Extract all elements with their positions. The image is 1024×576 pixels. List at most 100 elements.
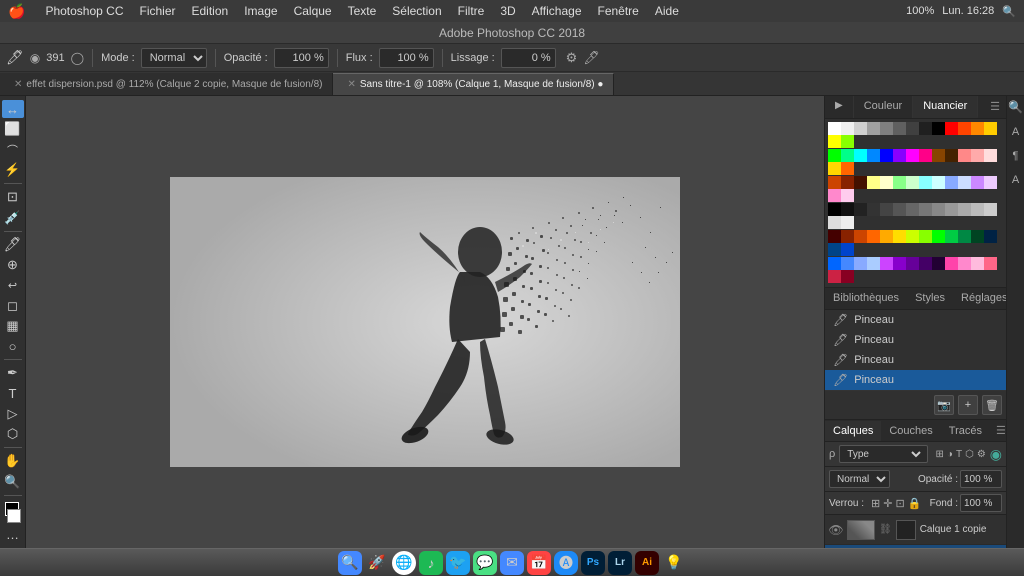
swatch-0-3[interactable] [867, 122, 880, 135]
swatch-2-8[interactable] [932, 176, 945, 189]
filter-smart-icon[interactable]: ⚙ [977, 449, 986, 460]
menu-photoshop[interactable]: Photoshop CC [37, 4, 131, 18]
tab-styles[interactable]: Styles [907, 288, 953, 309]
layer-0-visibility[interactable]: 👁 [829, 523, 843, 537]
swatch-1-9[interactable] [945, 149, 958, 162]
dock-appstore[interactable]: 🅐 [554, 551, 578, 575]
swatch-4-10[interactable] [958, 230, 971, 243]
filter-adjustment-icon[interactable]: ◑ [947, 449, 953, 460]
swatch-5-4[interactable] [880, 257, 893, 270]
swatch-1-1[interactable] [841, 149, 854, 162]
tool-marquee[interactable]: ⬜ [2, 120, 24, 138]
history-item-0[interactable]: 🖊 Pinceau [825, 310, 1006, 330]
swatch-0-0[interactable] [828, 122, 841, 135]
tool-move[interactable]: ↔ [2, 100, 24, 118]
swatch-3-12[interactable] [984, 203, 997, 216]
settings-icon[interactable]: ⚙ [566, 50, 578, 66]
dock-twitter[interactable]: 🐦 [446, 551, 470, 575]
swatch-1-12[interactable] [984, 149, 997, 162]
swatch-0-9[interactable] [945, 122, 958, 135]
fond-input[interactable] [960, 494, 1002, 512]
tool-zoom[interactable]: 🔍 [2, 473, 24, 491]
swatch-1-10[interactable] [958, 149, 971, 162]
swatch-3-11[interactable] [971, 203, 984, 216]
search-icon[interactable]: 🔍 [1002, 5, 1016, 18]
swatch-0-10[interactable] [958, 122, 971, 135]
tab-close-1[interactable]: ✕ [347, 79, 355, 90]
panel-icon-A[interactable]: A [1012, 126, 1019, 138]
swatch-3-2[interactable] [854, 203, 867, 216]
layer-0-chain[interactable]: ⛓ [879, 524, 892, 535]
swatch-5-8[interactable] [932, 257, 945, 270]
layer-opacity-input[interactable] [960, 470, 1002, 488]
swatch-3-7[interactable] [919, 203, 932, 216]
swatch-4-8[interactable] [932, 230, 945, 243]
filter-pixel-icon[interactable]: ⊞ [936, 449, 944, 460]
flux-input[interactable] [379, 48, 434, 68]
menu-texte[interactable]: Texte [340, 4, 385, 18]
menu-edition[interactable]: Edition [184, 4, 237, 18]
swatch-1-6[interactable] [906, 149, 919, 162]
swatch-3-14[interactable] [841, 216, 854, 229]
swatch-5-0[interactable] [828, 257, 841, 270]
tool-pen[interactable]: ✒ [2, 364, 24, 382]
apple-menu[interactable]: 🍎 [8, 3, 25, 20]
swatch-5-12[interactable] [984, 257, 997, 270]
filter-shape-icon[interactable]: ⬡ [965, 449, 974, 460]
swatch-2-2[interactable] [854, 176, 867, 189]
swatch-0-2[interactable] [854, 122, 867, 135]
swatch-2-5[interactable] [893, 176, 906, 189]
swatch-2-14[interactable] [841, 189, 854, 202]
lock-artboard-icon[interactable]: ⊡ [895, 497, 904, 510]
tool-clone[interactable]: ⊕ [2, 256, 24, 274]
swatch-0-12[interactable] [984, 122, 997, 135]
tool-magic-wand[interactable]: ⚡ [2, 161, 24, 179]
dock-calendar[interactable]: 📅 [527, 551, 551, 575]
dock-photoshop[interactable]: Ps [581, 551, 605, 575]
swatch-3-8[interactable] [932, 203, 945, 216]
swatch-2-10[interactable] [958, 176, 971, 189]
panel-icon-type[interactable]: A [1012, 174, 1019, 186]
swatch-4-5[interactable] [893, 230, 906, 243]
couches-tab[interactable]: Couches [881, 421, 940, 441]
swatch-3-3[interactable] [867, 203, 880, 216]
filter-switch[interactable]: ◉ [990, 446, 1002, 463]
history-item-1[interactable]: 🖊 Pinceau [825, 330, 1006, 350]
new-state-button[interactable]: + [958, 395, 978, 415]
swatch-0-6[interactable] [906, 122, 919, 135]
swatch-1-2[interactable] [854, 149, 867, 162]
mode-select[interactable]: Normal [141, 48, 207, 68]
tool-brush[interactable]: 🖊 [2, 236, 24, 254]
filter-type-select[interactable]: Type [843, 448, 923, 461]
panel-icon-search[interactable]: 🔍 [1008, 100, 1023, 114]
swatch-5-7[interactable] [919, 257, 932, 270]
swatch-2-11[interactable] [971, 176, 984, 189]
menu-image[interactable]: Image [236, 4, 285, 18]
swatch-4-0[interactable] [828, 230, 841, 243]
layers-filter-select[interactable]: Type [839, 445, 927, 463]
dock-mail[interactable]: ✉ [500, 551, 524, 575]
swatch-5-6[interactable] [906, 257, 919, 270]
dock-wifi-icon[interactable]: 💡 [662, 551, 686, 575]
swatch-4-9[interactable] [945, 230, 958, 243]
tool-history-brush[interactable]: ↩ [2, 276, 24, 294]
history-item-2[interactable]: 🖊 Pinceau [825, 350, 1006, 370]
dock-launchpad[interactable]: 🚀 [365, 551, 389, 575]
swatch-1-5[interactable] [893, 149, 906, 162]
swatch-2-4[interactable] [880, 176, 893, 189]
swatch-3-5[interactable] [893, 203, 906, 216]
swatch-4-6[interactable] [906, 230, 919, 243]
dock-illustrator[interactable]: Ai [635, 551, 659, 575]
swatch-5-9[interactable] [945, 257, 958, 270]
dock-messages[interactable]: 💬 [473, 551, 497, 575]
panel-icon-paragraph[interactable]: ¶ [1013, 150, 1019, 162]
tab-bibliotheques[interactable]: Bibliothèques [825, 288, 907, 309]
swatch-1-11[interactable] [971, 149, 984, 162]
swatch-1-3[interactable] [867, 149, 880, 162]
tool-more[interactable]: … [2, 526, 24, 544]
dock-finder[interactable]: 🔍 [338, 551, 362, 575]
swatch-5-5[interactable] [893, 257, 906, 270]
lock-all-icon[interactable]: 🔒 [908, 497, 922, 510]
tool-eyedropper[interactable]: 💉 [2, 208, 24, 226]
filter-type-icon[interactable]: T [956, 449, 962, 460]
